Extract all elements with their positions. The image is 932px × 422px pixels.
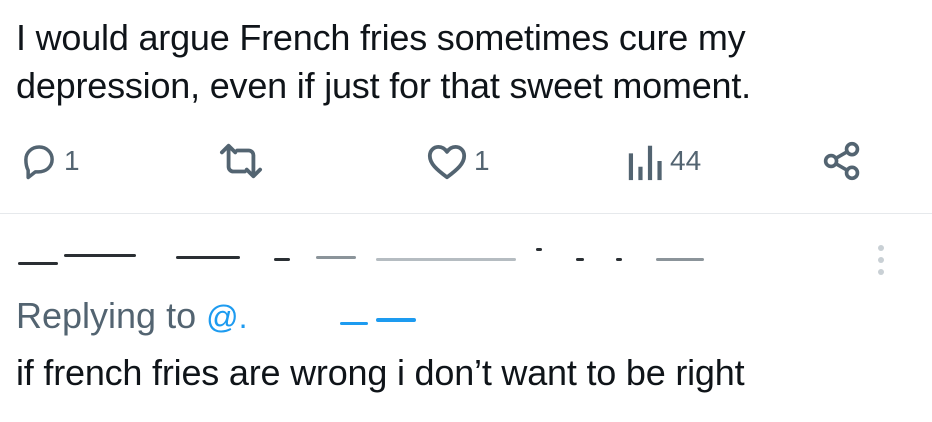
heart-icon bbox=[427, 144, 467, 180]
share-button[interactable] bbox=[822, 136, 862, 186]
redacted-handle bbox=[340, 318, 420, 330]
like-button[interactable]: 1 bbox=[424, 136, 490, 186]
share-icon bbox=[823, 141, 860, 181]
more-dot-icon bbox=[878, 257, 884, 263]
more-dot-icon bbox=[878, 269, 884, 275]
more-dot-icon bbox=[878, 245, 884, 251]
like-count: 1 bbox=[474, 145, 490, 176]
replying-to-line: Replying to @. bbox=[16, 294, 248, 339]
more-options-button[interactable] bbox=[866, 238, 896, 282]
mention-link[interactable]: @. bbox=[206, 299, 247, 335]
reply-button[interactable]: 1 bbox=[18, 136, 80, 186]
post-text-line-1: I would argue French fries sometimes cur… bbox=[16, 17, 746, 58]
views-bar-chart-icon bbox=[628, 145, 662, 181]
post-text-line-2: depression, even if just for that sweet … bbox=[16, 65, 751, 106]
reply-count: 1 bbox=[64, 145, 80, 176]
views-button[interactable]: 44 bbox=[626, 136, 701, 186]
post-action-bar: 1 1 44 bbox=[0, 136, 932, 186]
reply-author-header-redacted bbox=[16, 240, 836, 274]
divider bbox=[0, 213, 932, 214]
retweet-button[interactable] bbox=[216, 136, 270, 186]
reply-bubble-icon bbox=[24, 145, 54, 180]
retweet-icon bbox=[220, 143, 263, 179]
post-text: I would argue French fries sometimes cur… bbox=[16, 14, 896, 110]
replying-to-label: Replying to bbox=[16, 295, 197, 336]
reply-text: if french fries are wrong i don’t want t… bbox=[16, 352, 745, 393]
views-count: 44 bbox=[670, 145, 702, 176]
